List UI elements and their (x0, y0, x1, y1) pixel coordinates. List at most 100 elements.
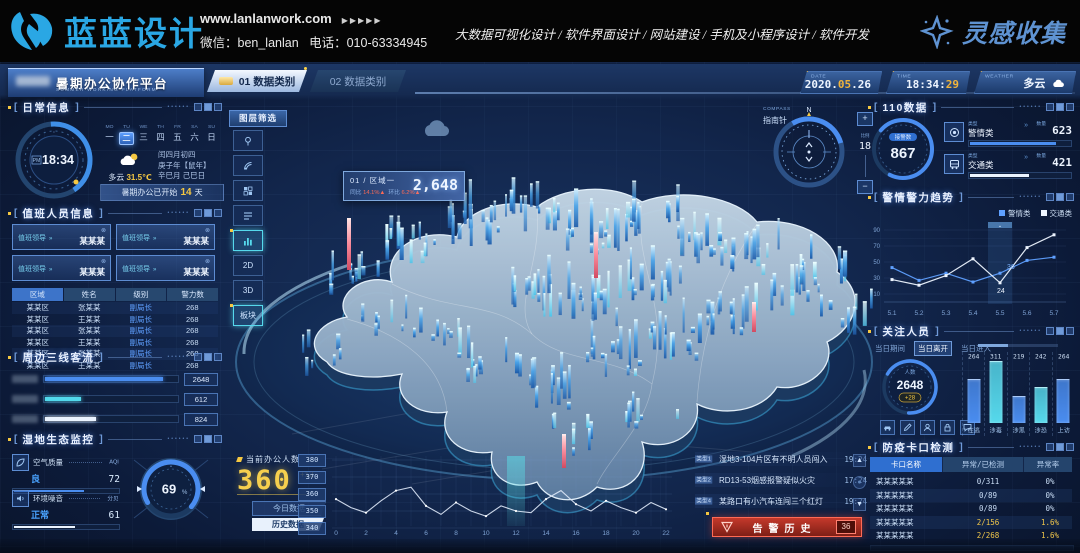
bar-label: 涉黑 (1010, 426, 1027, 435)
svg-text:36: 36 (1007, 264, 1015, 271)
panel-controls[interactable] (194, 353, 222, 361)
lanlan-logo-icon (10, 8, 56, 54)
tab-day-period[interactable]: 当日期间 (872, 342, 908, 355)
svg-text:2: 2 (364, 530, 368, 537)
layer-button-barchart-icon[interactable] (233, 230, 263, 251)
alert-scroll-down-icon[interactable]: ▼ (853, 498, 866, 511)
checkpoint-col-header[interactable]: 异常率 (1024, 457, 1072, 472)
table-row[interactable]: 某某某某某0/890% (870, 502, 1072, 516)
alert-scroll-up-icon[interactable]: ▲ (853, 454, 866, 467)
user-icon[interactable] (920, 420, 935, 435)
week-day[interactable]: WE三 (136, 122, 151, 145)
alert-row[interactable]: 类型4某路口有小汽车连闯三个红灯19:24 (695, 494, 867, 508)
week-day[interactable]: SA六 (187, 122, 202, 145)
card-close-icon[interactable]: ⊗ (101, 227, 106, 234)
week-day-cn: 六 (187, 132, 202, 143)
alert-row[interactable]: 类型1湿地3-104片区有不明人员闯入19:24 (695, 452, 867, 466)
table-row[interactable]: 某某某某某2/1561.6% (870, 516, 1072, 530)
svg-text:70: 70 (873, 244, 880, 250)
zoom-out-button[interactable]: − (857, 180, 873, 194)
svg-text:24: 24 (997, 288, 1005, 295)
tab-day-left[interactable]: 当日离开 (914, 341, 952, 356)
layer-button-pin-icon[interactable] (233, 130, 263, 151)
alert-scroll-dot-icon[interactable]: ● (853, 476, 866, 489)
duty-cell: 王某某 (64, 337, 116, 348)
week-day[interactable]: TH四 (153, 122, 168, 145)
alarm-count-gauge: 接警数 867 (870, 116, 936, 187)
table-row[interactable]: 某某区张某某副局长268 (12, 325, 218, 337)
summer-notice-bar: 暑期办公已开始14天 (100, 184, 224, 201)
bar[interactable] (990, 361, 1003, 423)
zoom-in-button[interactable]: + (857, 112, 873, 126)
svg-text:10: 10 (482, 530, 490, 537)
card-close-icon[interactable]: ⊗ (205, 227, 210, 234)
layer-button-list-icon[interactable] (233, 205, 263, 226)
tab-data-category-1[interactable]: 01 数据类别 (207, 70, 307, 92)
redacted-label (12, 415, 38, 423)
panel-controls[interactable] (1046, 327, 1074, 335)
table-row[interactable]: 某某某某某0/890% (870, 489, 1072, 503)
alert-history-bar[interactable]: 告警历史 36 (712, 517, 862, 537)
tab-data-category-2[interactable]: 02 数据类别 (310, 70, 406, 92)
tooltip-rates: 同比 14.1%▲ 环比 6.2%▲ (350, 188, 420, 196)
layer-button-2d[interactable]: 2D (233, 255, 263, 276)
week-day-cn: 五 (170, 132, 185, 143)
svg-text:接警数: 接警数 (895, 133, 912, 141)
bar[interactable] (967, 379, 980, 423)
week-day-en: MO (105, 124, 114, 130)
lunar-calendar-text: 闰四月初四庚子年【鼠年】辛巳月 己巳日 (158, 150, 211, 182)
panel-controls[interactable] (1046, 443, 1074, 451)
trend-line-chart: 9070503010⌄36245.15.25.35.45.55.65.7 (868, 214, 1074, 322)
wechat-label: 微信：ben_lanlan (200, 36, 299, 50)
office-line-chart: 0246810121416182022 (328, 450, 694, 540)
pen-icon[interactable] (900, 420, 915, 435)
alert-row[interactable]: 类型2RD13-53烟感报警疑似火灾17:24 (695, 473, 867, 487)
layer-button-3d[interactable]: 3D (233, 280, 263, 301)
week-calendar[interactable]: MO一TU二WE三TH四FR五SA六SU日 (102, 122, 219, 145)
panel-controls[interactable] (1046, 193, 1074, 201)
table-row[interactable]: 某某区张某某副局长268 (12, 302, 218, 314)
bar[interactable] (1034, 387, 1047, 423)
duty-leader-card[interactable]: 值班领导»⊗某某某 (116, 255, 215, 281)
week-day[interactable]: SU日 (204, 122, 219, 145)
layer-button-板块[interactable]: 板块 (233, 305, 263, 326)
svg-text:69: 69 (162, 482, 176, 497)
table-row[interactable]: 某某区王某某副局长268 (12, 337, 218, 349)
panel-controls[interactable] (1046, 103, 1074, 111)
alarm-icon (944, 122, 964, 142)
tab-active-dot (304, 67, 307, 70)
website-link[interactable]: www.lanlanwork.com (200, 11, 332, 26)
panel-controls[interactable] (194, 435, 222, 443)
promo-banner: 蓝蓝设计 www.lanlanwork.com▶▶▶▶▶ 微信：ben_lanl… (0, 0, 1080, 62)
zoom-slider[interactable] (865, 155, 866, 177)
checkpoint-col-header[interactable]: 异常/已检测 (943, 457, 1023, 472)
week-day[interactable]: FR五 (170, 122, 185, 145)
bar[interactable] (1012, 396, 1025, 423)
close-icon (194, 209, 202, 217)
card-close-icon[interactable]: ⊗ (101, 258, 106, 265)
inspiration-collect[interactable]: 灵感收集 (920, 14, 1066, 50)
lock-icon[interactable] (940, 420, 955, 435)
checkpoint-table: 卡口名称异常/已检测异常率某某某某某0/3110%某某某某某0/890%某某某某… (870, 457, 1072, 543)
svg-text:5.5: 5.5 (995, 310, 1004, 317)
table-row[interactable]: 某某区王某某副局长268 (12, 314, 218, 326)
y-axis-pill: 360 (298, 488, 326, 501)
panel-controls[interactable] (194, 209, 222, 217)
arrows-decor: ▶▶▶▶▶ (342, 16, 383, 25)
week-day[interactable]: TU二 (119, 122, 134, 145)
duty-leader-card[interactable]: 值班领导»⊗某某某 (12, 255, 111, 281)
duty-leader-card[interactable]: 值班领导»⊗某某某 (12, 224, 111, 250)
layer-button-grid-icon[interactable] (233, 180, 263, 201)
table-row[interactable]: 某某某某某0/3110% (870, 475, 1072, 489)
checkpoint-col-header[interactable]: 卡口名称 (870, 457, 942, 472)
duty-role: 值班领导 (122, 266, 150, 273)
car-icon[interactable] (880, 420, 895, 435)
week-day[interactable]: MO一 (102, 122, 117, 145)
card-close-icon[interactable]: ⊗ (205, 258, 210, 265)
expand-icon (1066, 443, 1074, 451)
duty-leader-card[interactable]: 值班领导»⊗某某某 (116, 224, 215, 250)
focus-chart-scrollbar[interactable] (978, 344, 1058, 347)
panel-controls[interactable] (194, 103, 222, 111)
layer-button-signal-icon[interactable] (233, 155, 263, 176)
bar[interactable] (1057, 379, 1070, 423)
